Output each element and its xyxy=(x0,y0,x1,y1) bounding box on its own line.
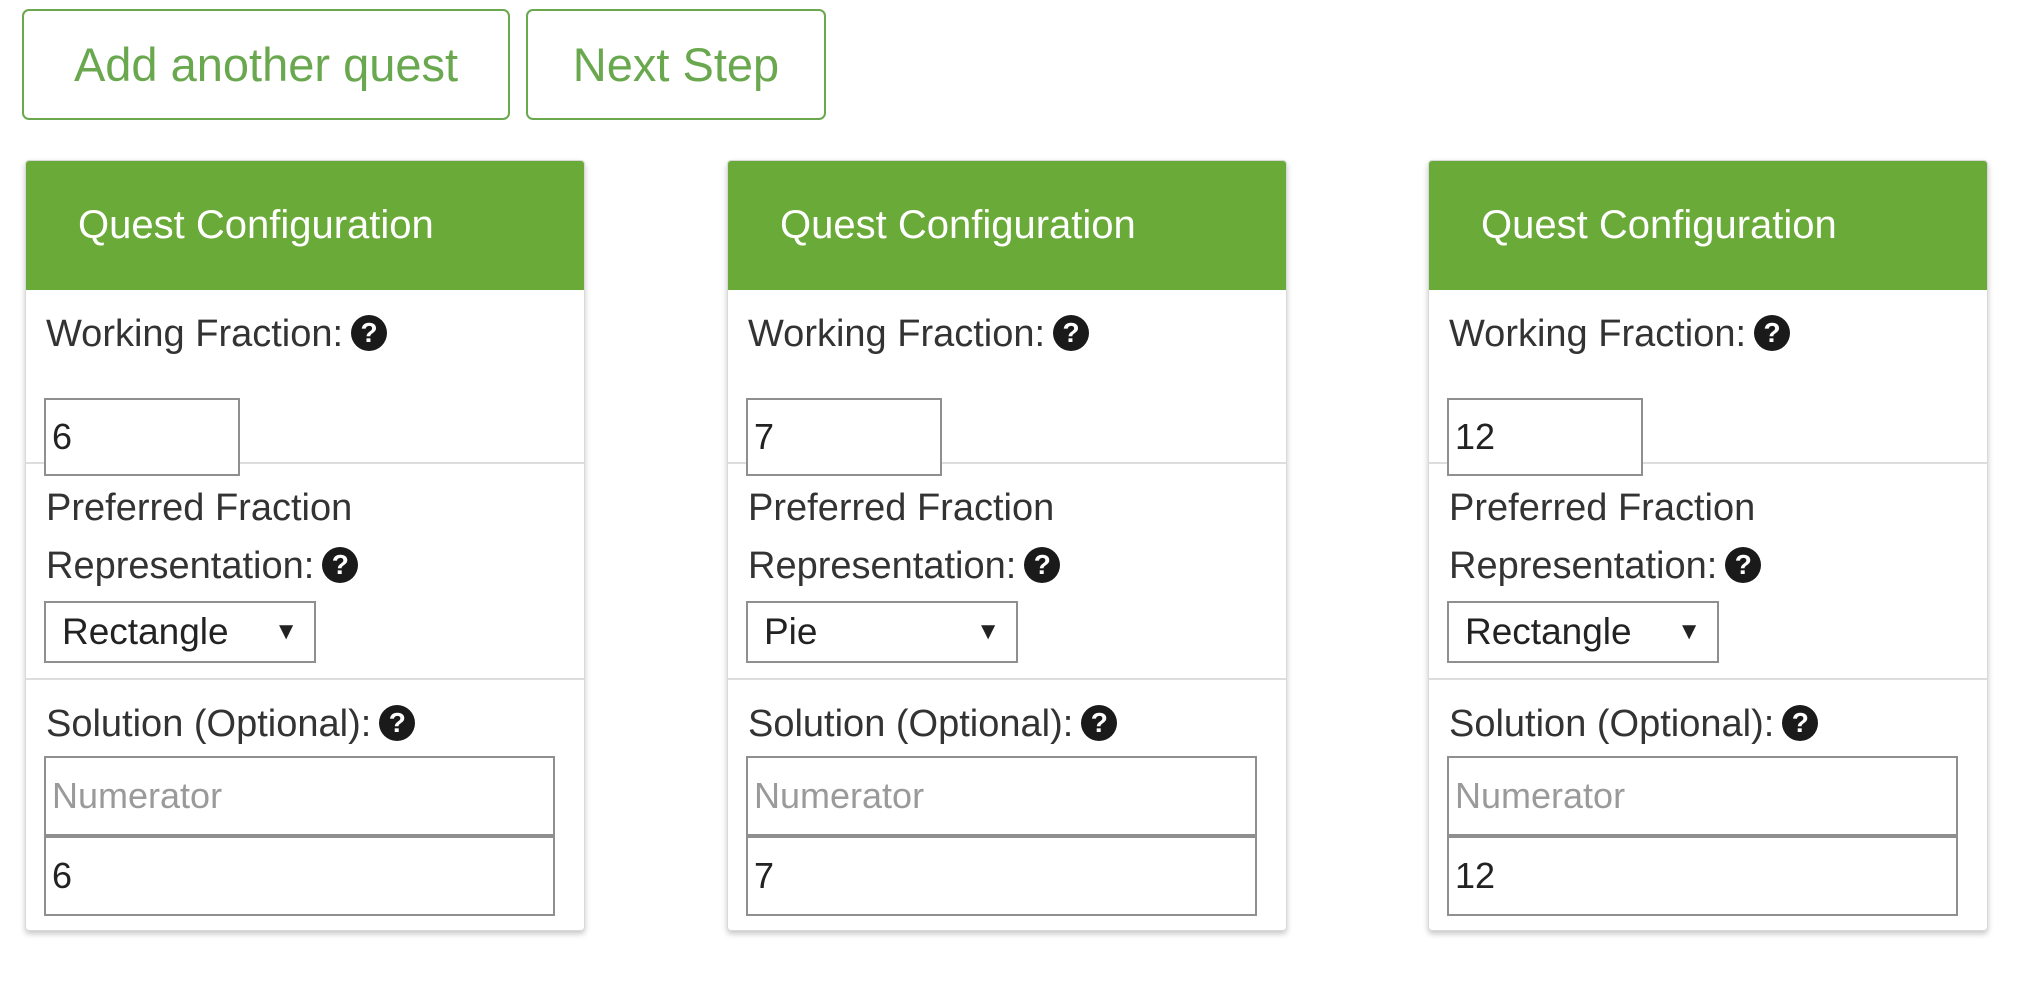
help-icon[interactable]: ? xyxy=(1024,546,1061,583)
help-icon[interactable]: ? xyxy=(1725,546,1762,583)
triangle-down-icon: ▼ xyxy=(274,618,298,645)
numerator-input[interactable] xyxy=(1447,756,1958,836)
quest-config-panel-3: Quest Configuration Working Fraction:? P… xyxy=(1428,160,1988,931)
preferred-representation-label-line1: Preferred Fraction xyxy=(748,487,1055,529)
working-fraction-label: Working Fraction:? xyxy=(46,305,388,363)
help-icon[interactable]: ? xyxy=(379,704,416,741)
numerator-input[interactable] xyxy=(746,756,1257,836)
next-step-button[interactable]: Next Step xyxy=(526,9,826,120)
representation-select-value: Rectangle xyxy=(1465,611,1632,652)
working-fraction-input[interactable] xyxy=(1447,398,1643,476)
denominator-input[interactable] xyxy=(746,836,1257,916)
triangle-down-icon: ▼ xyxy=(976,618,1000,645)
representation-select-value: Pie xyxy=(764,611,818,652)
panel-header: Quest Configuration xyxy=(728,161,1286,290)
denominator-input[interactable] xyxy=(1447,836,1958,916)
representation-select[interactable]: Rectangle ▼ xyxy=(1447,601,1719,663)
quest-config-panel-1: Quest Configuration Working Fraction:? P… xyxy=(25,160,585,931)
working-fraction-input[interactable] xyxy=(746,398,942,476)
preferred-representation-label-line1: Preferred Fraction xyxy=(1449,487,1756,529)
quest-config-panel-2: Quest Configuration Working Fraction:? P… xyxy=(727,160,1287,931)
help-icon[interactable]: ? xyxy=(351,314,388,351)
preferred-representation-label-line2: Representation:? xyxy=(46,537,359,595)
help-icon[interactable]: ? xyxy=(1754,314,1791,351)
preferred-representation-label-line1: Preferred Fraction xyxy=(46,487,353,529)
help-icon[interactable]: ? xyxy=(1782,704,1819,741)
panel-header: Quest Configuration xyxy=(1429,161,1987,290)
representation-select-value: Rectangle xyxy=(62,611,229,652)
preferred-representation-label-line2: Representation:? xyxy=(748,537,1061,595)
working-fraction-input[interactable] xyxy=(44,398,240,476)
triangle-down-icon: ▼ xyxy=(1677,618,1701,645)
preferred-representation-label-line2: Representation:? xyxy=(1449,537,1762,595)
representation-select[interactable]: Pie ▼ xyxy=(746,601,1018,663)
add-another-quest-button[interactable]: Add another quest xyxy=(22,9,510,120)
working-fraction-label: Working Fraction:? xyxy=(748,305,1090,363)
help-icon[interactable]: ? xyxy=(1053,314,1090,351)
solution-label: Solution (Optional):? xyxy=(748,695,1118,753)
denominator-input[interactable] xyxy=(44,836,555,916)
representation-select[interactable]: Rectangle ▼ xyxy=(44,601,316,663)
panel-header: Quest Configuration xyxy=(26,161,584,290)
numerator-input[interactable] xyxy=(44,756,555,836)
solution-label: Solution (Optional):? xyxy=(1449,695,1819,753)
solution-label: Solution (Optional):? xyxy=(46,695,416,753)
help-icon[interactable]: ? xyxy=(322,546,359,583)
working-fraction-label: Working Fraction:? xyxy=(1449,305,1791,363)
help-icon[interactable]: ? xyxy=(1081,704,1118,741)
